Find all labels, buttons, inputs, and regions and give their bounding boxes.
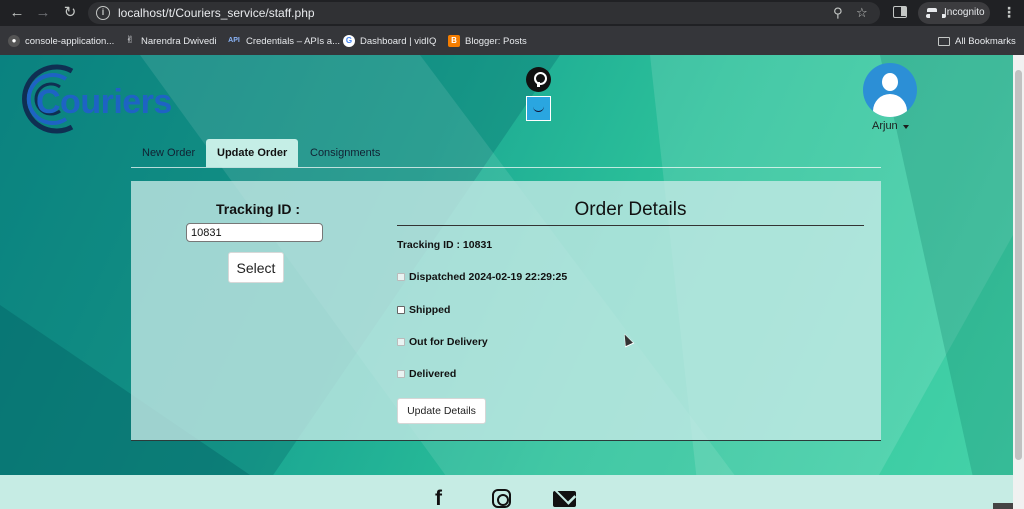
order-details-divider [397, 225, 864, 226]
user-name[interactable]: Arjun [872, 120, 898, 132]
bookmark-item[interactable]: ● console-application... [8, 34, 114, 48]
couriers-logo[interactable]: Couriers [14, 61, 194, 137]
lightbulb-icon[interactable] [526, 67, 551, 92]
dispatched-label: Dispatched 2024-02-19 22:29:25 [409, 271, 568, 283]
zoom-search-icon[interactable]: ⚲ [833, 5, 843, 21]
person-icon: ✌ [125, 35, 135, 46]
user-avatar[interactable] [863, 63, 917, 117]
status-out-for-delivery: Out for Delivery [397, 336, 488, 348]
mail-icon[interactable] [553, 491, 576, 507]
bookmark-label: Narendra Dwivedi [141, 35, 217, 47]
forward-arrow-icon[interactable]: → [34, 4, 52, 22]
user-dropdown-caret-icon[interactable] [903, 125, 909, 129]
status-delivered: Delivered [397, 368, 456, 380]
update-order-panel: Tracking ID : Select Order Details Track… [131, 181, 881, 441]
url-text[interactable]: localhost/t/Couriers_service/staff.php [118, 6, 315, 20]
browser-menu-icon[interactable]: ⋮ [1002, 4, 1016, 21]
status-shipped: Shipped [397, 304, 450, 316]
shipped-checkbox[interactable] [397, 306, 405, 314]
folder-icon [938, 36, 950, 46]
page-viewport: Couriers Arjun New Order Update Order Co… [0, 55, 1013, 509]
select-button[interactable]: Select [228, 252, 284, 283]
github-icon: ● [8, 35, 20, 47]
reload-icon[interactable]: ↻ [61, 4, 79, 22]
delivered-label: Delivered [409, 368, 457, 380]
bookmark-item[interactable]: ✌ Narendra Dwivedi [124, 34, 217, 48]
order-tabs: New Order Update Order Consignments [131, 139, 881, 168]
bookmark-label: Dashboard | vidIQ [360, 35, 437, 47]
address-bar[interactable]: i localhost/t/Couriers_service/staff.php… [88, 2, 880, 24]
bookmark-label: console-application... [25, 35, 115, 47]
delivered-checkbox[interactable] [397, 370, 405, 378]
api-icon: API [228, 37, 240, 44]
incognito-badge[interactable]: Incognito [918, 2, 990, 24]
back-arrow-icon[interactable]: ← [8, 4, 26, 22]
shipped-label: Shipped [409, 304, 451, 316]
site-info-icon[interactable]: i [96, 6, 110, 20]
bookmark-label: Blogger: Posts [465, 35, 527, 47]
incognito-label: Incognito [944, 7, 985, 18]
tracking-id-input[interactable] [186, 223, 323, 242]
google-icon: G [343, 35, 355, 47]
update-details-button[interactable]: Update Details [397, 398, 486, 424]
scrollbar-thumb[interactable] [1015, 70, 1022, 460]
all-bookmarks-label: All Bookmarks [955, 35, 1016, 47]
tracking-id-label: Tracking ID : [216, 201, 301, 217]
tab-consignments[interactable]: Consignments [299, 139, 391, 167]
status-dispatched: Dispatched 2024-02-19 22:29:25 [397, 271, 567, 283]
order-tracking-text: Tracking ID : 10831 [397, 239, 493, 251]
bookmark-item[interactable]: B Blogger: Posts [448, 34, 527, 48]
scrollbar-corner [993, 503, 1013, 509]
bookmark-item[interactable]: API Credentials – APIs a... [227, 34, 340, 48]
logo-text: Couriers [36, 83, 172, 121]
order-tracking-line: Tracking ID : 10831 [397, 239, 492, 251]
tab-new-order[interactable]: New Order [131, 139, 206, 167]
incognito-icon [926, 8, 946, 18]
avatar-head [882, 73, 898, 91]
order-details-title: Order Details [574, 199, 687, 220]
all-bookmarks-button[interactable]: All Bookmarks [938, 34, 1016, 48]
footer: f [0, 475, 1013, 509]
avatar-body [873, 94, 907, 117]
browser-toolbar: ← → ↻ i localhost/t/Couriers_service/sta… [0, 0, 1024, 26]
bookmark-label: Credentials – APIs a... [246, 35, 340, 47]
blogger-icon: B [448, 35, 460, 47]
side-panel-icon[interactable] [893, 6, 907, 18]
facebook-icon[interactable]: f [435, 487, 442, 509]
instagram-icon[interactable] [492, 489, 511, 508]
bookmark-star-icon[interactable]: ☆ [856, 5, 868, 21]
smile-icon[interactable] [526, 96, 551, 121]
bookmark-item[interactable]: G Dashboard | vidIQ [343, 34, 436, 48]
dispatched-checkbox[interactable] [397, 273, 405, 281]
bookmarks-bar: ● console-application... ✌ Narendra Dwiv… [0, 26, 1024, 55]
out-for-delivery-checkbox[interactable] [397, 338, 405, 346]
out-for-delivery-label: Out for Delivery [409, 336, 488, 348]
tab-update-order[interactable]: Update Order [206, 139, 299, 167]
